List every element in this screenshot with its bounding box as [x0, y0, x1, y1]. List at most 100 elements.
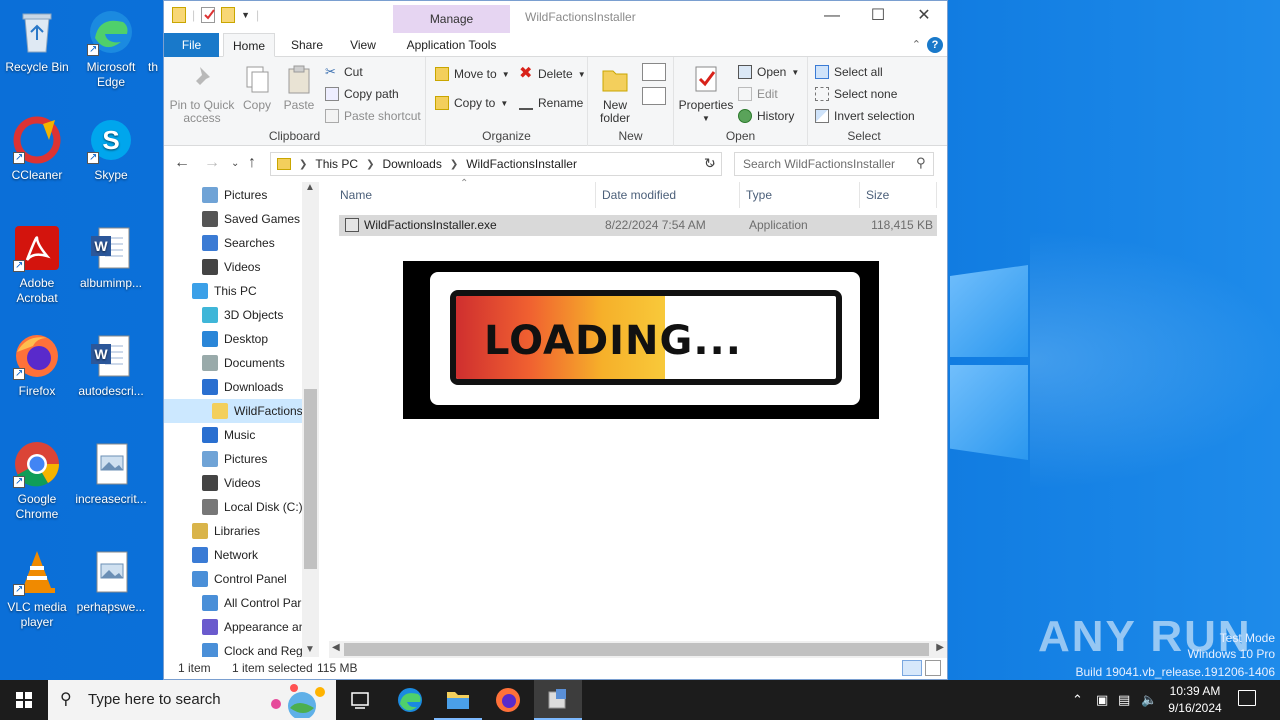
breadcrumb-downloads[interactable]: Downloads [382, 157, 441, 171]
sidebar-item-pictures[interactable]: Pictures [164, 183, 319, 207]
taskbar-edge[interactable] [386, 680, 434, 720]
network-icon[interactable]: ▤ [1118, 680, 1130, 720]
desktop-icon-firefox[interactable]: Firefox [0, 332, 74, 399]
show-hidden-icons-chevron-icon[interactable]: ⌃ [1072, 680, 1083, 720]
edit-button[interactable]: Edit [738, 87, 778, 101]
address-bar[interactable]: ❯ This PC ❯ Downloads ❯ WildFactionsInst… [270, 152, 722, 176]
invert-selection-button[interactable]: Invert selection [815, 109, 915, 123]
large-icons-view-icon[interactable] [925, 660, 941, 676]
tab-share[interactable]: Share [282, 33, 332, 57]
taskbar-firefox[interactable] [484, 680, 532, 720]
pin-to-quick-access-button[interactable]: Pin to Quick access [168, 63, 236, 125]
minimize-button[interactable]: — [809, 1, 855, 33]
taskbar-file-explorer[interactable] [434, 680, 482, 720]
delete-button[interactable]: ✖ Delete ▼ [519, 66, 586, 82]
sidebar-item-videos[interactable]: Videos [164, 255, 319, 279]
sidebar-item-local-disk-c[interactable]: Local Disk (C:) [164, 495, 319, 519]
notifications-icon[interactable] [1238, 690, 1256, 706]
sidebar-item-libraries[interactable]: Libraries [164, 519, 319, 543]
horizontal-scrollbar[interactable]: ◀ ▶ [329, 641, 947, 658]
column-header-type[interactable]: Type [740, 182, 860, 208]
desktop-icon-vlc[interactable]: VLC media player [0, 548, 74, 630]
desktop-icon-adobe-acrobat[interactable]: Adobe Acrobat [0, 224, 74, 306]
sidebar-item-downloads[interactable]: Downloads [164, 375, 319, 399]
cut-button[interactable]: ✂ Cut [325, 65, 363, 80]
desktop-icon-word-doc-1[interactable]: W albumimp... [74, 224, 148, 291]
select-none-button[interactable]: Select none [815, 87, 897, 101]
forward-arrow-icon[interactable]: → [204, 154, 220, 172]
start-button[interactable] [0, 680, 48, 720]
paste-shortcut-button[interactable]: Paste shortcut [325, 109, 421, 123]
sidebar-item-desktop[interactable]: Desktop [164, 327, 319, 351]
sidebar-item-appearance-an[interactable]: Appearance an [164, 615, 319, 639]
table-row[interactable]: WildFactionsInstaller.exe 8/22/2024 7:54… [339, 215, 937, 236]
sidebar-item-documents[interactable]: Documents [164, 351, 319, 375]
device-icon[interactable]: ▣ [1096, 680, 1108, 720]
tab-manage[interactable]: Manage [393, 5, 510, 33]
paste-button[interactable]: Paste [278, 63, 320, 112]
tab-file[interactable]: File [164, 33, 219, 57]
volume-icon[interactable]: 🔈 [1141, 680, 1157, 720]
column-header-size[interactable]: Size [860, 182, 937, 208]
sidebar-item-saved-games[interactable]: Saved Games [164, 207, 319, 231]
desktop-icon-image-file-2[interactable]: perhapswe... [74, 548, 148, 615]
collapse-ribbon-chevron-icon[interactable]: ⌃ [912, 38, 921, 51]
scroll-thumb[interactable] [304, 389, 317, 569]
desktop-icon-recycle-bin[interactable]: Recycle Bin [0, 8, 74, 75]
copy-to-button[interactable]: Copy to ▼ [435, 96, 508, 110]
folder-icon[interactable] [172, 7, 186, 23]
sidebar-item-wildfactionsi[interactable]: WildFactionsI [164, 399, 319, 423]
desktop-icon-word-doc-2[interactable]: W autodescri... [74, 332, 148, 399]
task-view-button[interactable] [336, 680, 384, 720]
sidebar-item-pictures[interactable]: Pictures [164, 447, 319, 471]
sidebar-item-control-panel[interactable]: Control Panel [164, 567, 319, 591]
up-arrow-icon[interactable]: ↑ [248, 154, 256, 172]
scroll-right-icon[interactable]: ▶ [936, 642, 944, 653]
details-view-icon[interactable] [902, 660, 922, 676]
search-icon[interactable]: ⚲ [916, 155, 926, 171]
easy-access-icon[interactable] [642, 87, 666, 105]
sidebar-item-videos[interactable]: Videos [164, 471, 319, 495]
sidebar-item-clock-and-regi[interactable]: Clock and Regi [164, 639, 319, 657]
new-folder-icon[interactable] [221, 7, 236, 23]
refresh-icon[interactable]: ↻ [704, 155, 716, 172]
scroll-down-icon[interactable]: ▼ [305, 644, 315, 655]
navigation-scrollbar[interactable]: ▲ ▼ [302, 182, 319, 657]
open-button[interactable]: Open ▼ [738, 65, 799, 79]
sidebar-item-music[interactable]: Music [164, 423, 319, 447]
back-arrow-icon[interactable]: ← [174, 154, 190, 172]
clock[interactable]: 10:39 AM 9/16/2024 [1160, 683, 1230, 717]
properties-button[interactable]: Properties ▼ [677, 63, 735, 125]
column-header-name[interactable]: Name [334, 182, 596, 208]
close-button[interactable]: ✕ [901, 1, 947, 33]
move-to-button[interactable]: Move to ▼ [435, 67, 510, 81]
sidebar-item-searches[interactable]: Searches [164, 231, 319, 255]
help-button[interactable]: ? [927, 37, 943, 53]
desktop-icon-edge[interactable]: Microsoft Edge [74, 8, 148, 90]
select-all-button[interactable]: Select all [815, 65, 883, 79]
tab-home[interactable]: Home [223, 33, 275, 57]
tab-view[interactable]: View [339, 33, 387, 57]
breadcrumb-current-folder[interactable]: WildFactionsInstaller [466, 157, 577, 171]
maximize-button[interactable]: ☐ [855, 1, 901, 33]
desktop-icon-google-chrome[interactable]: Google Chrome [0, 440, 74, 522]
sidebar-item-3d-objects[interactable]: 3D Objects [164, 303, 319, 327]
tab-application-tools[interactable]: Application Tools [393, 33, 510, 57]
sidebar-item-network[interactable]: Network [164, 543, 319, 567]
history-button[interactable]: History [738, 109, 794, 123]
search-input[interactable]: Search WildFactionsInstaller [734, 152, 934, 176]
scroll-up-icon[interactable]: ▲ [305, 182, 315, 193]
breadcrumb-this-pc[interactable]: This PC [315, 157, 358, 171]
sidebar-item-all-control-par[interactable]: All Control Par [164, 591, 319, 615]
copy-button[interactable]: Copy [236, 63, 278, 112]
new-folder-button[interactable]: New folder [592, 63, 638, 125]
rename-button[interactable]: Rename [519, 96, 583, 110]
scroll-left-icon[interactable]: ◀ [332, 642, 340, 653]
desktop-icon-image-file-1[interactable]: increasecrit... [74, 440, 148, 507]
sidebar-item-this-pc[interactable]: This PC [164, 279, 319, 303]
search-highlight-icon[interactable] [262, 682, 332, 720]
scroll-thumb[interactable] [344, 643, 929, 656]
desktop-icon-ccleaner[interactable]: CCleaner [0, 116, 74, 183]
desktop-icon-skype[interactable]: S Skype [74, 116, 148, 183]
properties-check-icon[interactable] [201, 7, 216, 23]
